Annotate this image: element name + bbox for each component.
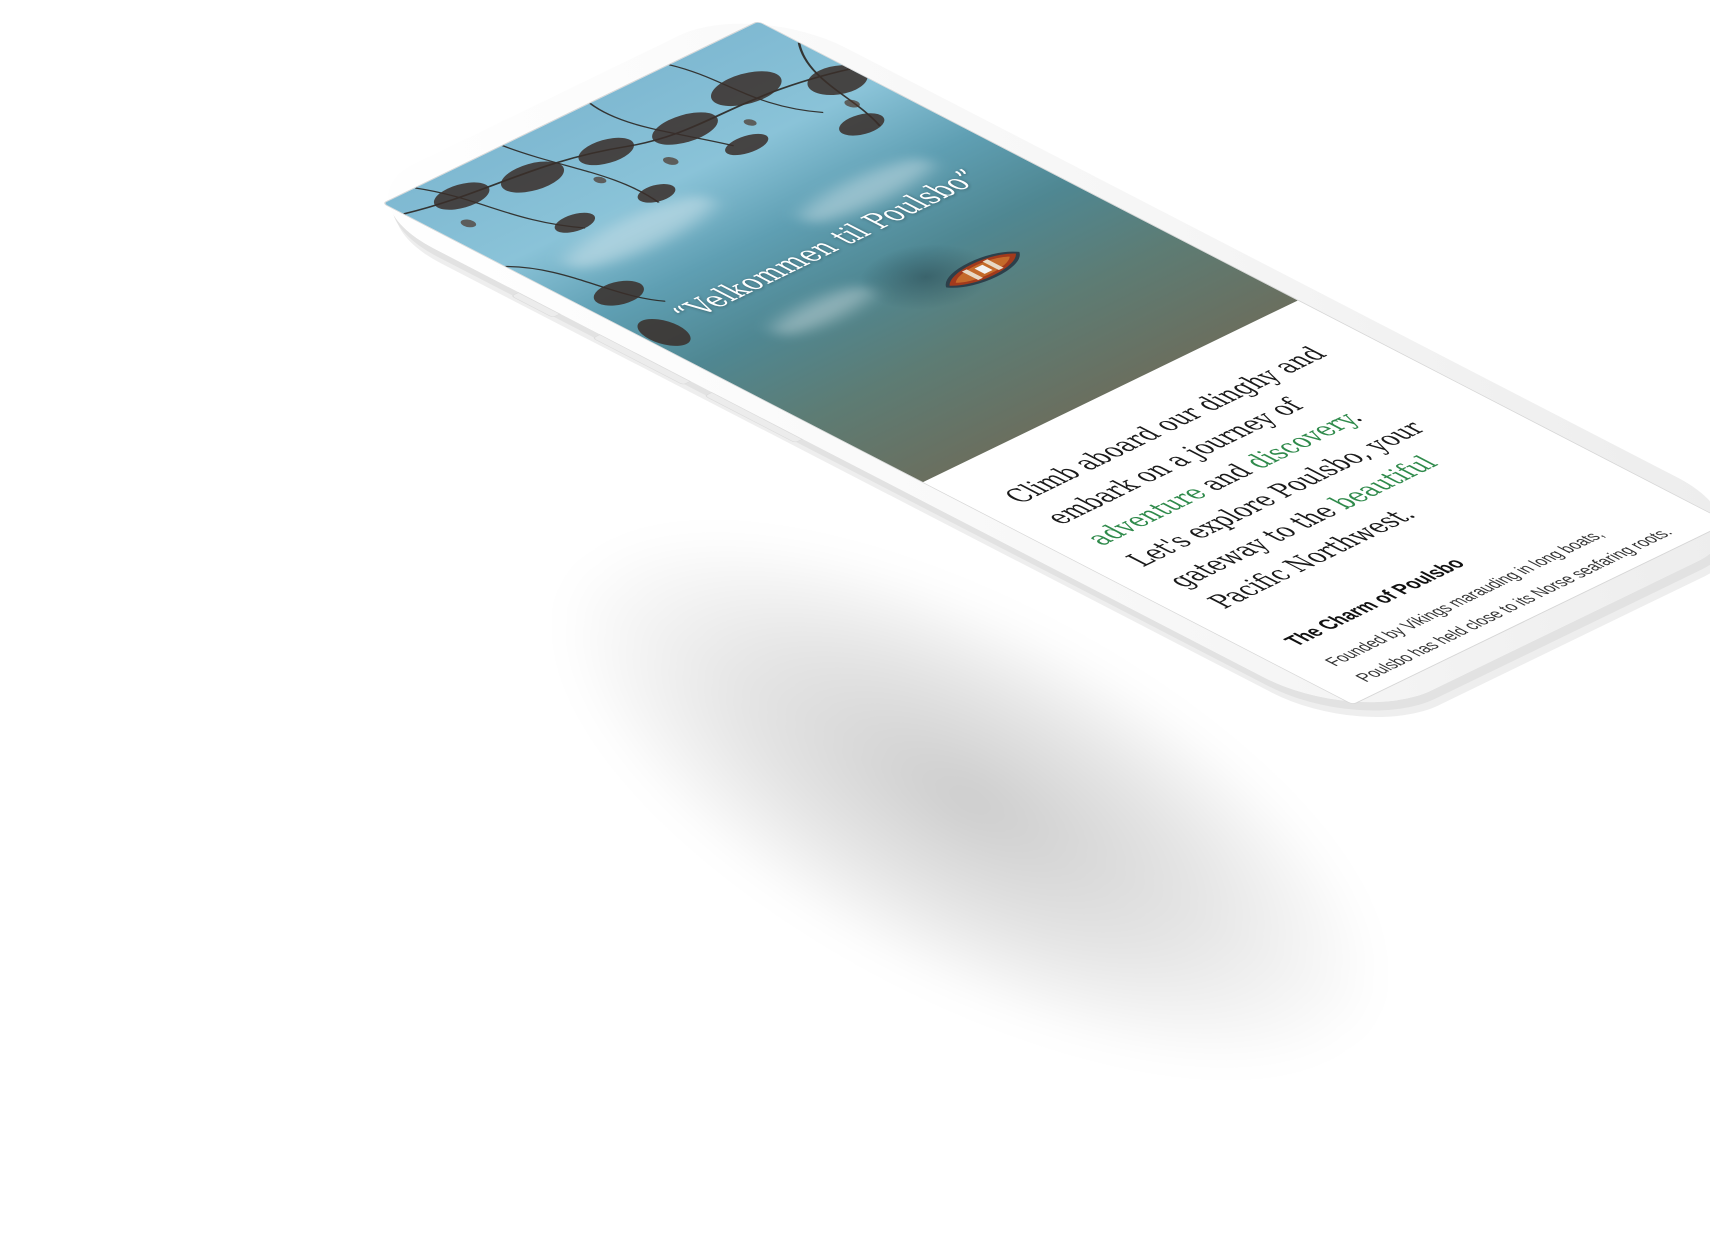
mockup-stage: “Velkommen til Poulsbo” Climb aboard our… — [0, 0, 1710, 1237]
phone-device: “Velkommen til Poulsbo” Climb aboard our… — [340, 0, 1710, 727]
